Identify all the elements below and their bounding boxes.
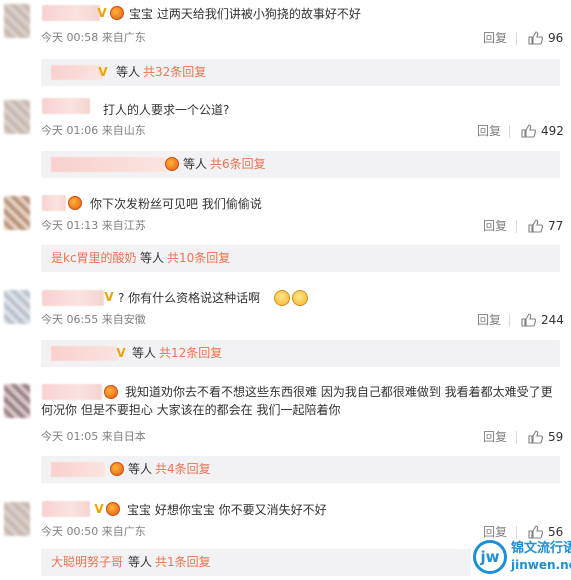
vip-icon	[68, 196, 82, 210]
divider	[516, 32, 517, 45]
divider	[516, 526, 517, 539]
reply-summary[interactable]: 是kc胃里的酸奶 等人 共10条回复	[41, 245, 560, 272]
watermark: jw 锦文流行语 jinwen.net	[473, 540, 571, 578]
author-name[interactable]	[42, 290, 104, 306]
reply-summary[interactable]: 大聪明努子哥 等人 共1条回复	[41, 549, 471, 576]
reply-button[interactable]: 回复	[483, 219, 507, 233]
reply-others-label: 等人	[128, 555, 153, 569]
comment-time: 今天 00:58	[41, 31, 99, 44]
comment-text: 打人的人要求一个公道?	[103, 103, 230, 117]
divider	[516, 431, 517, 444]
comment-meta: 今天 01:13 来自江苏	[41, 219, 146, 233]
reply-summary[interactable]: 等人 共6条回复	[41, 151, 560, 178]
vip-icon	[110, 462, 124, 476]
reply-total-link[interactable]: 共32条回复	[143, 65, 206, 80]
verified-icon: V	[97, 6, 107, 20]
like-count: 56	[548, 525, 564, 539]
like-count: 77	[548, 219, 564, 233]
reply-others-label: 等人	[128, 462, 153, 476]
verified-icon: V	[116, 346, 126, 360]
avatar[interactable]	[4, 290, 30, 324]
thumbs-up-icon[interactable]	[528, 430, 543, 444]
author-name[interactable]	[42, 98, 90, 114]
like-count: 492	[541, 124, 564, 138]
comment-text: 宝宝 好想你宝宝 你不要又消失好不好	[127, 503, 327, 517]
avatar[interactable]	[4, 384, 30, 418]
emoji-icon	[292, 290, 308, 306]
reply-total-link[interactable]: 共10条回复	[167, 251, 230, 266]
reply-button[interactable]: 回复	[483, 525, 507, 539]
comment-text: ? 你有什么资格说这种话啊	[118, 291, 261, 305]
comment-text: 你下次发粉丝可见吧 我们偷偷说	[90, 197, 262, 211]
reply-button[interactable]: 回复	[483, 430, 507, 444]
author-name[interactable]	[42, 5, 100, 21]
comment-source: 来自山东	[101, 124, 146, 137]
avatar[interactable]	[4, 4, 30, 38]
reply-button[interactable]: 回复	[483, 31, 507, 45]
comment-source: 来自安徽	[101, 313, 146, 326]
emoji-icon	[274, 290, 290, 306]
avatar[interactable]	[4, 502, 30, 536]
like-count: 96	[548, 31, 564, 45]
reply-author-name[interactable]: 大聪明努子哥	[51, 555, 123, 570]
reply-button[interactable]: 回复	[477, 124, 501, 138]
verified-icon: V	[94, 502, 104, 516]
like-count: 59	[548, 430, 564, 444]
thumbs-up-icon[interactable]	[521, 124, 536, 138]
comment-meta: 今天 01:06 来自山东	[41, 124, 146, 138]
comment-meta: 今天 00:50 来自广东	[41, 525, 146, 539]
reply-button[interactable]: 回复	[477, 313, 501, 327]
comment-time: 今天 01:05	[41, 430, 99, 443]
reply-summary[interactable]: V 等人 共32条回复	[41, 59, 560, 86]
reply-author-name[interactable]: 是kc胃里的酸奶	[51, 251, 137, 266]
watermark-name: 锦文流行语	[511, 541, 571, 556]
reply-author-name[interactable]	[51, 346, 117, 361]
comment-time: 今天 01:13	[41, 219, 99, 232]
vip-icon	[165, 157, 179, 171]
watermark-domain: jinwen.net	[511, 558, 571, 572]
comment-text: 我知道劝你去不看不想这些东西很难 因为我自己都很难做到 我看着都太难受了更何况你…	[41, 385, 553, 417]
reply-others-label: 等人	[116, 65, 141, 79]
author-name[interactable]	[42, 195, 66, 211]
comment-time: 今天 00:50	[41, 525, 99, 538]
comment-source: 来自广东	[101, 525, 146, 538]
comment-source: 来自广东	[101, 31, 146, 44]
reply-others-label: 等人	[132, 346, 157, 360]
reply-others-label: 等人	[183, 157, 208, 171]
reply-author-name[interactable]	[51, 157, 166, 172]
reply-total-link[interactable]: 共4条回复	[155, 462, 211, 477]
watermark-logo: jw	[473, 540, 507, 574]
avatar[interactable]	[4, 100, 30, 134]
comment-time: 今天 01:06	[41, 124, 99, 137]
reply-summary[interactable]: V 等人 共12条回复	[41, 340, 560, 367]
comment-meta: 今天 00:58 来自广东	[41, 31, 146, 45]
reply-total-link[interactable]: 共1条回复	[155, 555, 211, 570]
reply-summary[interactable]: 等人 共4条回复	[41, 456, 560, 483]
author-name[interactable]	[42, 501, 90, 517]
divider	[509, 125, 510, 138]
comment-source: 来自江苏	[101, 219, 146, 232]
divider	[516, 220, 517, 233]
thumbs-up-icon[interactable]	[528, 31, 543, 45]
comment-text: 宝宝 过两天给我们讲被小狗挠的故事好不好	[129, 7, 361, 21]
reply-author-name[interactable]	[51, 65, 103, 80]
comment-meta: 今天 01:05 来自日本	[41, 430, 146, 444]
reply-total-link[interactable]: 共12条回复	[159, 346, 222, 361]
verified-icon: V	[98, 65, 108, 79]
comment-source: 来自日本	[101, 430, 146, 443]
thumbs-up-icon[interactable]	[528, 525, 543, 539]
vip-icon	[110, 6, 124, 20]
reply-others-label: 等人	[140, 251, 165, 265]
reply-author-name[interactable]	[51, 462, 105, 477]
thumbs-up-icon[interactable]	[521, 313, 536, 327]
thumbs-up-icon[interactable]	[528, 219, 543, 233]
comment-time: 今天 06:55	[41, 313, 99, 326]
like-count: 244	[541, 313, 564, 327]
divider	[509, 314, 510, 327]
comment-meta: 今天 06:55 来自安徽	[41, 313, 146, 327]
avatar[interactable]	[4, 196, 30, 230]
verified-icon: V	[104, 290, 114, 304]
vip-icon	[106, 502, 120, 516]
reply-total-link[interactable]: 共6条回复	[210, 157, 266, 172]
